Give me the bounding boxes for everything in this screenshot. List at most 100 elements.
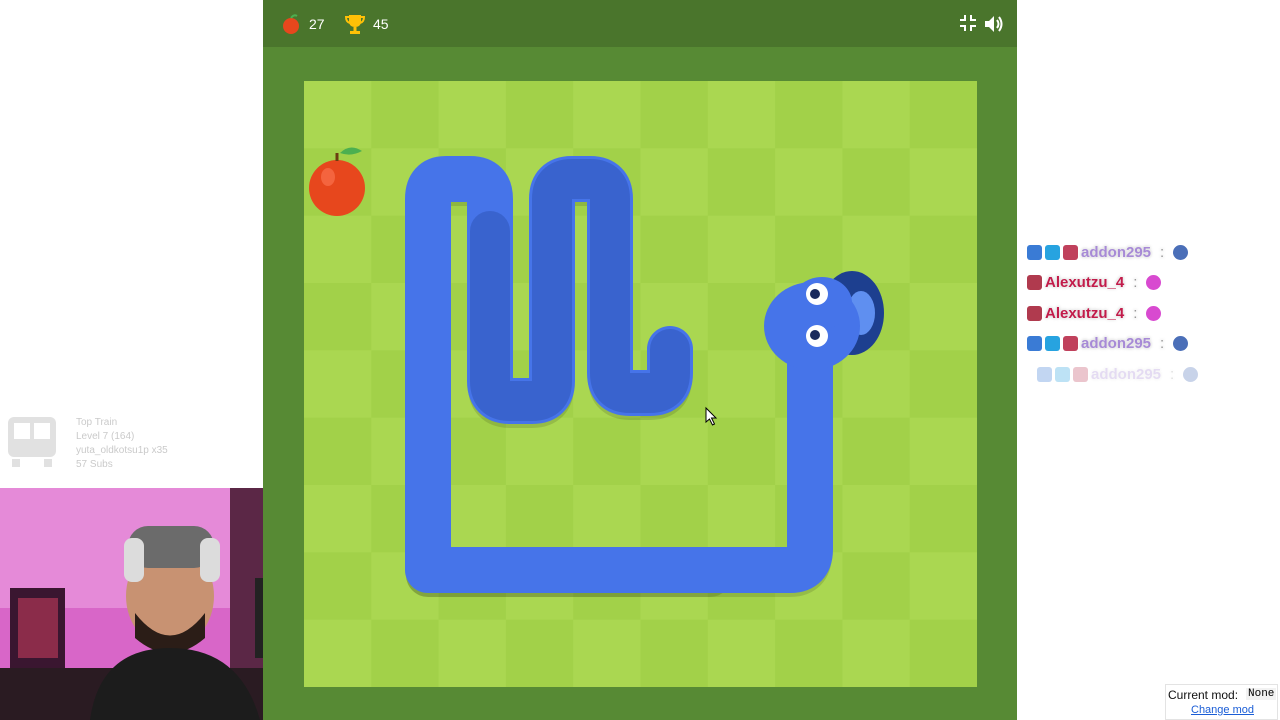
chat-username[interactable]: Alexutzu_4 xyxy=(1045,305,1124,322)
grass-tile xyxy=(640,148,709,217)
sound-button[interactable] xyxy=(983,13,1005,35)
emote-icon xyxy=(1173,244,1189,260)
trophy-icon xyxy=(345,14,365,34)
chat-message: addon295: xyxy=(1037,359,1277,390)
grass-tile xyxy=(304,485,372,553)
grass-tile xyxy=(909,552,977,621)
grass-tile xyxy=(573,81,641,149)
grass-tile xyxy=(909,619,977,687)
fullscreen-icon xyxy=(960,15,976,31)
grass-tile xyxy=(909,485,977,553)
grass-tile xyxy=(371,619,440,687)
train-title: Top Train xyxy=(76,417,118,428)
grass-tile xyxy=(775,619,843,687)
grass-tile xyxy=(842,619,911,687)
grass-tile xyxy=(707,485,776,553)
emote-icon xyxy=(1173,336,1189,352)
grass-tile xyxy=(573,417,641,486)
badge-icon xyxy=(1055,366,1070,382)
game-header: 27 45 xyxy=(263,0,1017,47)
chat-separator: : xyxy=(1170,365,1175,383)
train-subs: 57 Subs xyxy=(76,459,113,470)
chat-message: Alexutzu_4: xyxy=(1027,268,1277,299)
grass-tile xyxy=(505,81,574,149)
grass-tile xyxy=(909,215,977,284)
badge-icon xyxy=(1045,336,1060,352)
grass-tile xyxy=(505,619,574,687)
grass-tile xyxy=(304,215,372,284)
badge-icon xyxy=(1027,275,1042,291)
chat-message: Alexutzu_4: xyxy=(1027,298,1277,329)
badge-icon xyxy=(1045,244,1060,260)
grass-tile xyxy=(707,81,776,149)
grass-tile xyxy=(909,350,977,419)
grass-tile xyxy=(640,81,709,149)
grass-tile xyxy=(909,417,977,486)
emote-icon xyxy=(1183,366,1199,382)
grass-tile xyxy=(842,148,911,217)
badge-icon xyxy=(1027,305,1042,321)
current-mod-label: Current mod: xyxy=(1168,688,1239,702)
chat-separator: : xyxy=(1133,304,1138,322)
chat-separator: : xyxy=(1160,243,1165,261)
grass-tile xyxy=(842,417,911,486)
chat-overlay: addon295: Alexutzu_4: Alexutzu_4: addon295:… xyxy=(1027,237,1277,390)
grass-tile xyxy=(304,619,372,687)
train-icon xyxy=(8,417,56,467)
grass-tile xyxy=(707,619,776,687)
grass-tile xyxy=(842,552,911,621)
train-user: yuta_oldkotsu1p x35 xyxy=(76,445,168,456)
change-mod-link[interactable]: Change mod xyxy=(1191,704,1254,716)
grass-tile xyxy=(707,417,776,486)
grass-tile xyxy=(304,417,372,486)
chat-username[interactable]: Alexutzu_4 xyxy=(1045,274,1124,291)
grass-tile xyxy=(304,350,372,419)
grass-tile xyxy=(371,81,440,149)
badge-icon xyxy=(1027,244,1042,260)
chat-username[interactable]: addon295 xyxy=(1091,366,1161,383)
chat-message: addon295: xyxy=(1027,237,1277,268)
score-display: 27 xyxy=(281,0,325,47)
emote-icon xyxy=(1146,305,1162,321)
grass-tile xyxy=(505,485,574,553)
chat-message: addon295: xyxy=(1027,329,1277,360)
grass-tile xyxy=(842,485,911,553)
grass-tile xyxy=(573,619,641,687)
chat-username[interactable]: addon295 xyxy=(1081,244,1151,261)
grass-tile xyxy=(842,81,911,149)
speaker-icon xyxy=(985,16,1003,32)
apple-icon xyxy=(283,13,299,34)
score-value: 27 xyxy=(309,15,325,32)
current-mod-value: None xyxy=(1246,688,1277,700)
high-score-value: 45 xyxy=(373,15,389,32)
grass-tile xyxy=(842,350,911,419)
chat-username[interactable]: addon295 xyxy=(1081,335,1151,352)
badge-icon xyxy=(1073,366,1088,382)
grass-tile xyxy=(775,148,843,217)
badge-icon xyxy=(1037,366,1052,382)
chat-separator: : xyxy=(1160,335,1165,353)
grass-tile xyxy=(304,552,372,621)
grass-tile xyxy=(775,81,843,149)
emote-icon xyxy=(1146,275,1162,291)
grass-tile xyxy=(909,283,977,351)
grass-tile xyxy=(304,283,372,351)
grass-tile xyxy=(640,485,709,553)
grass-tile xyxy=(707,215,776,284)
game-board[interactable] xyxy=(304,81,977,687)
top-train-widget: Top Train Level 7 (164) yuta_oldkotsu1p … xyxy=(4,413,262,475)
grass-tile xyxy=(573,485,641,553)
grass-tile xyxy=(909,148,977,217)
grass-tile xyxy=(304,81,372,149)
badge-icon xyxy=(1063,244,1078,260)
fullscreen-button[interactable] xyxy=(958,13,978,33)
grass-tile xyxy=(707,148,776,217)
chat-separator: : xyxy=(1133,274,1138,292)
webcam-feed xyxy=(0,488,296,720)
grass-tile xyxy=(775,215,843,284)
grass-tile xyxy=(909,81,977,149)
badge-icon xyxy=(1027,336,1042,352)
grass-tile xyxy=(438,619,507,687)
grass-tile xyxy=(640,417,709,486)
grass-tile xyxy=(438,81,507,149)
